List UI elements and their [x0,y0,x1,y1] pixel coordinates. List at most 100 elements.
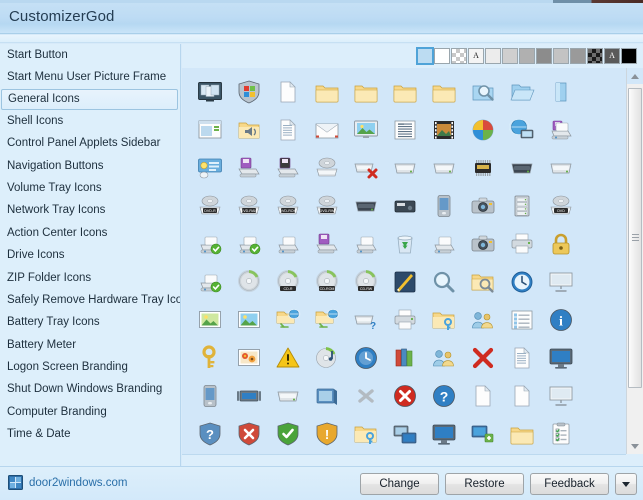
cd-drive-icon[interactable] [307,149,346,187]
folder-icon[interactable] [346,73,385,111]
photo-frame-icon[interactable] [229,301,268,339]
folder-icon[interactable] [385,73,424,111]
success-shield-icon[interactable] [268,415,307,453]
scroll-down-arrow-icon[interactable] [627,438,643,454]
users-group-icon[interactable] [424,339,463,377]
remote-desktop-icon[interactable] [385,415,424,453]
scroll-up-arrow-icon[interactable] [627,68,643,84]
change-button[interactable]: Change [360,473,439,495]
camera-device-icon[interactable] [463,225,502,263]
feedback-button[interactable]: Feedback [530,473,609,495]
camera-icon[interactable] [463,187,502,225]
open-envelope-icon[interactable] [307,111,346,149]
horizontal-scrollbar[interactable] [182,454,626,466]
sidebar-item-drive-icons[interactable]: Drive Icons [0,244,180,266]
cd-disc-icon[interactable] [229,263,268,301]
dvd-rom-drive-icon[interactable]: DVD-ROM [268,187,307,225]
icon-grid-viewport[interactable]: DVD-R DVD-RAM DVD-ROM DVD-RW DVD CD-R CD… [182,68,626,454]
recycle-bin-icon[interactable] [385,225,424,263]
swatch-gray-50[interactable] [536,48,552,64]
brand-link[interactable]: door2windows.com [8,475,127,490]
swatch-gray-80[interactable] [502,48,518,64]
swatch-black[interactable] [621,48,637,64]
film-strip-icon[interactable] [424,111,463,149]
sidebar-item-zip-folder-icons[interactable]: ZIP Folder Icons [0,267,180,289]
speaker-folder-icon[interactable] [229,111,268,149]
contact-card-icon[interactable] [385,111,424,149]
printer-icon[interactable] [502,225,541,263]
zip-drive-icon[interactable] [268,149,307,187]
drive-error-icon[interactable] [346,149,385,187]
icon-grid[interactable]: DVD-R DVD-RAM DVD-ROM DVD-RW DVD CD-R CD… [182,68,626,453]
cd-rw-drive-icon[interactable]: CD-RW [346,263,385,301]
swatch-gray-40[interactable] [553,48,569,64]
clock-icon[interactable] [502,263,541,301]
sidebar-item-network-tray-icons[interactable]: Network Tray Icons [0,199,180,221]
dvd-r-drive-icon[interactable]: DVD-R [190,187,229,225]
checklist-icon[interactable] [541,415,580,453]
warning-shield-icon[interactable]: ! [307,415,346,453]
slideshow-display-icon[interactable] [190,73,229,111]
folder-shield-icon[interactable] [424,301,463,339]
drive-plain-icon[interactable] [268,225,307,263]
search-magnifier-icon[interactable] [424,263,463,301]
picture-thumbnail-icon[interactable] [190,301,229,339]
media-center-icon[interactable] [463,111,502,149]
list-view-icon[interactable] [502,301,541,339]
error-shield-icon[interactable] [229,415,268,453]
sidebar-item-shell-icons[interactable]: Shell Icons [0,110,180,132]
restore-button[interactable]: Restore [445,473,524,495]
footer-button-row[interactable]: Change Restore Feedback [360,473,637,495]
mobile-device-icon[interactable] [190,377,229,415]
help-circle-icon[interactable]: ? [424,377,463,415]
sidebar-item-time-date[interactable]: Time & Date [0,423,180,445]
drive-help-icon[interactable]: ? [346,301,385,339]
portable-player-icon[interactable] [424,187,463,225]
display-settings-icon[interactable] [229,377,268,415]
sidebar-item-safely-remove-hardware-tray-icon[interactable]: Safely Remove Hardware Tray Icon [0,289,180,311]
network-computer-icon[interactable] [502,111,541,149]
server-rack-icon[interactable] [502,187,541,225]
floppy-purple-icon[interactable] [307,225,346,263]
error-circle-icon[interactable] [385,377,424,415]
text-document-icon[interactable] [268,111,307,149]
tape-drive-icon[interactable] [385,187,424,225]
swatch-selected-lightblue[interactable] [416,47,434,65]
info-bubble-icon[interactable]: i [541,301,580,339]
projector-icon[interactable] [541,377,580,415]
swatch-checker-light[interactable] [451,48,467,64]
warning-triangle-icon[interactable] [268,339,307,377]
sidebar-item-volume-tray-icons[interactable]: Volume Tray Icons [0,177,180,199]
drive-green-icon[interactable] [346,225,385,263]
swatch-gray-30[interactable] [570,48,586,64]
feedback-dropdown-button[interactable] [615,473,637,495]
sidebar-item-navigation-buttons[interactable]: Navigation Buttons [0,155,180,177]
floppy-drive-icon[interactable] [229,149,268,187]
presentation-icon[interactable] [541,263,580,301]
background-swatch-toolbar[interactable]: AA [415,44,639,68]
paint-canvas-icon[interactable] [385,263,424,301]
shield-users-icon[interactable] [463,301,502,339]
blank-document-icon[interactable] [268,73,307,111]
category-sidebar[interactable]: Start Button Start Menu User Picture Fram… [0,44,181,466]
windows-drive-icon[interactable] [541,149,580,187]
monitor-icon[interactable] [541,339,580,377]
library-books-icon[interactable] [385,339,424,377]
folder-open-blue-icon[interactable] [502,73,541,111]
security-shield-icon[interactable] [229,73,268,111]
red-x-icon[interactable] [463,339,502,377]
memory-chip-icon[interactable] [463,149,502,187]
network-folder-icon[interactable] [268,301,307,339]
sidebar-item-battery-meter[interactable]: Battery Meter [0,334,180,356]
document-page-icon[interactable] [502,377,541,415]
drive-check-icon[interactable] [190,225,229,263]
window-stack-icon[interactable] [307,377,346,415]
vertical-scrollbar-thumb[interactable] [628,88,642,388]
network-share-icon[interactable] [463,415,502,453]
folder-key-icon[interactable] [346,415,385,453]
dvd-ram-drive-icon[interactable]: DVD-RAM [229,187,268,225]
help-shield-icon[interactable]: ? [190,415,229,453]
drive-check-green-icon[interactable] [229,225,268,263]
swatch-text-on-dark[interactable]: A [604,48,620,64]
folder-plain-icon[interactable] [502,415,541,453]
